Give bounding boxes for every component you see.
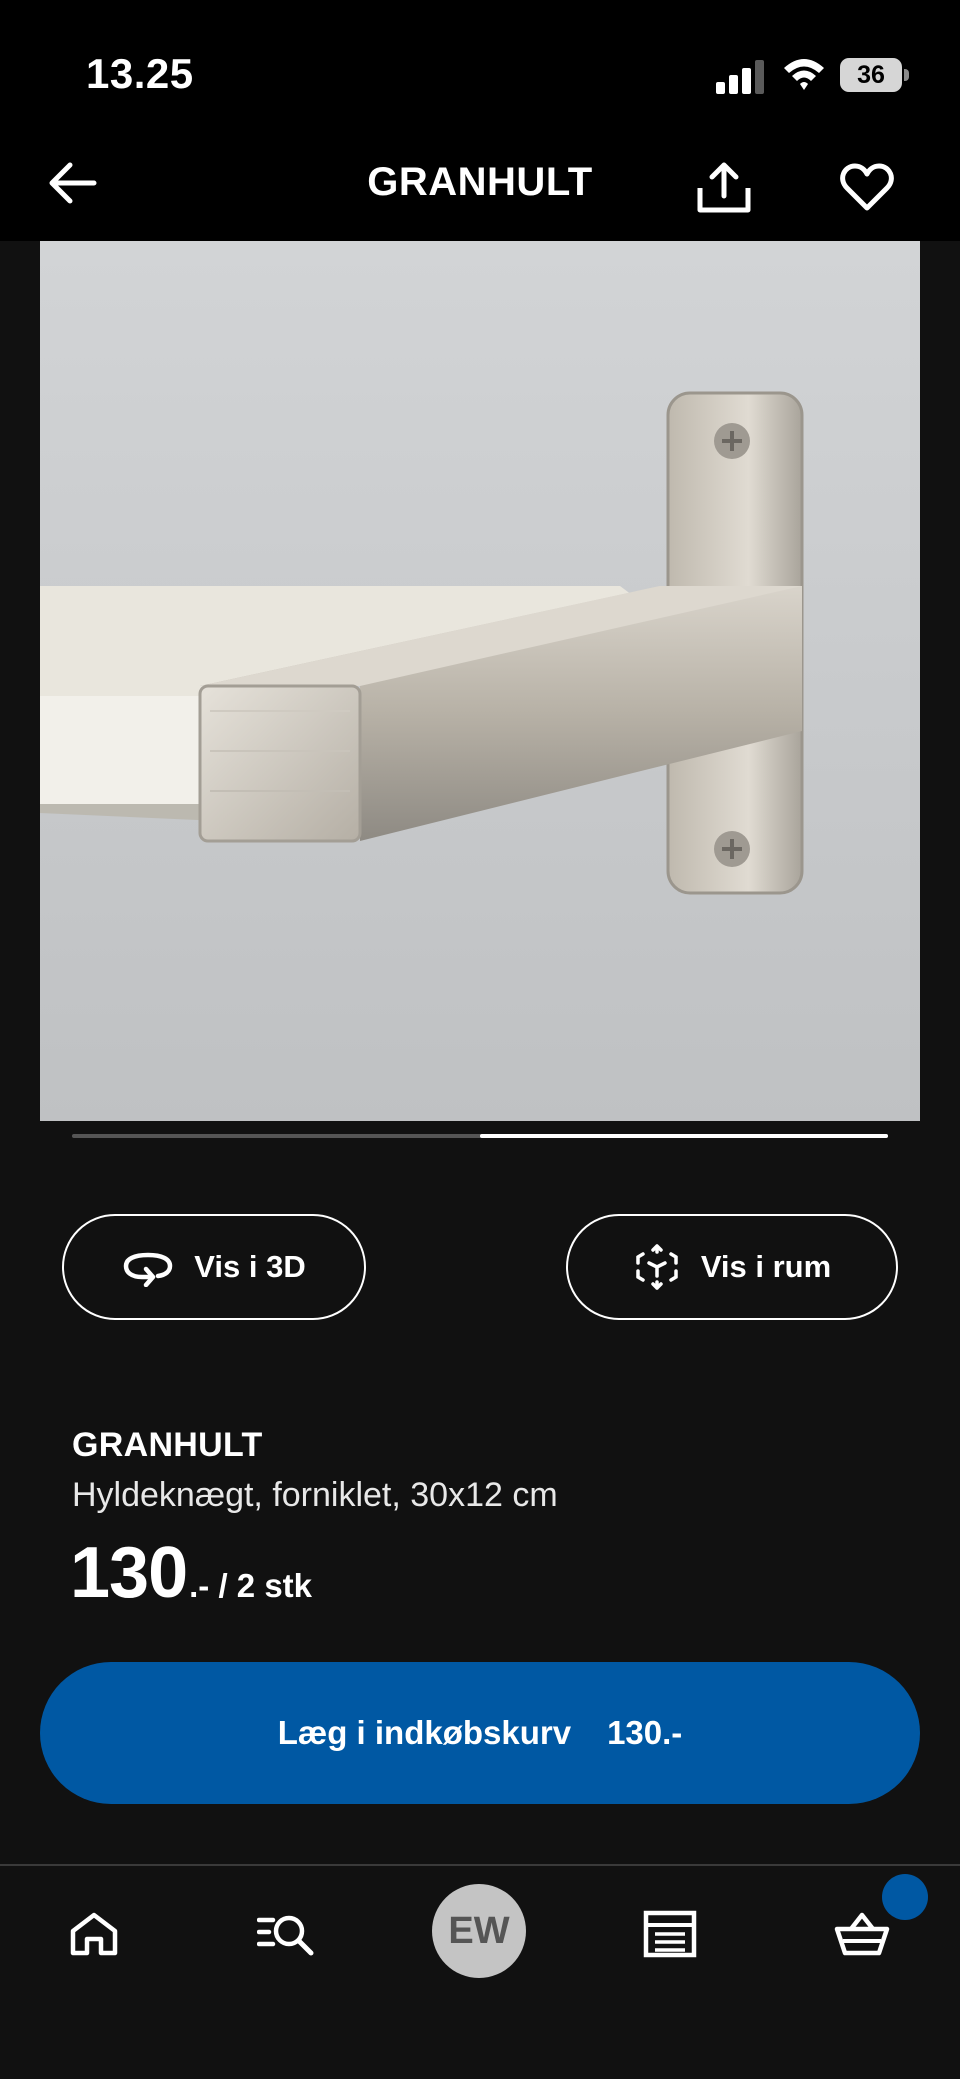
carousel-progress <box>72 1134 888 1138</box>
product-price: 130 .- / 2 stk <box>70 1532 312 1614</box>
nav-search[interactable] <box>244 1892 328 1976</box>
share-icon[interactable] <box>694 160 754 216</box>
view-in-room-button[interactable]: Vis i rum <box>566 1214 898 1320</box>
home-icon <box>70 1912 118 1956</box>
ar-cube-icon <box>636 1244 678 1290</box>
bottom-nav-divider <box>0 1864 960 1866</box>
status-time: 13.25 <box>86 50 194 97</box>
nav-store[interactable] <box>628 1892 712 1976</box>
product-description: Hyldeknægt, forniklet, 30x12 cm <box>72 1476 558 1514</box>
price-unit: .- / 2 stk <box>189 1567 313 1604</box>
price-value: 130 <box>70 1533 188 1613</box>
search-icon <box>257 1915 314 1956</box>
view-in-room-label: Vis i rum <box>700 1249 832 1284</box>
arrow-left-icon[interactable] <box>44 158 100 208</box>
product-name: GRANHULT <box>72 1426 263 1464</box>
top-bar: 13.25 36 GRANHULT <box>0 0 960 241</box>
battery-tip <box>904 69 909 81</box>
page-title: GRANHULT <box>367 160 593 204</box>
shelf-bracket-photo <box>40 241 920 1121</box>
battery-level: 36 <box>840 58 902 92</box>
add-to-cart-label: Læg i indkøbskurv <box>277 1714 572 1751</box>
carousel-progress-fill <box>480 1134 888 1138</box>
avatar[interactable]: EW <box>432 1884 526 1978</box>
cart-badge <box>882 1874 928 1920</box>
rotate-3d-icon <box>124 1252 173 1287</box>
heart-icon[interactable] <box>840 162 894 212</box>
add-to-cart-button[interactable]: Læg i indkøbskurv 130.- <box>40 1662 920 1804</box>
product-image[interactable] <box>40 241 920 1121</box>
view-3d-button[interactable]: Vis i 3D <box>62 1214 366 1320</box>
add-to-cart-price: 130.- <box>607 1714 683 1751</box>
store-icon <box>643 1910 697 1958</box>
cart-icon <box>834 1912 890 1956</box>
wifi-icon <box>784 59 824 90</box>
battery-indicator: 36 <box>840 58 910 92</box>
nav-home[interactable] <box>52 1892 136 1976</box>
view-3d-label: Vis i 3D <box>194 1249 306 1284</box>
cellular-signal-icon <box>716 60 764 94</box>
